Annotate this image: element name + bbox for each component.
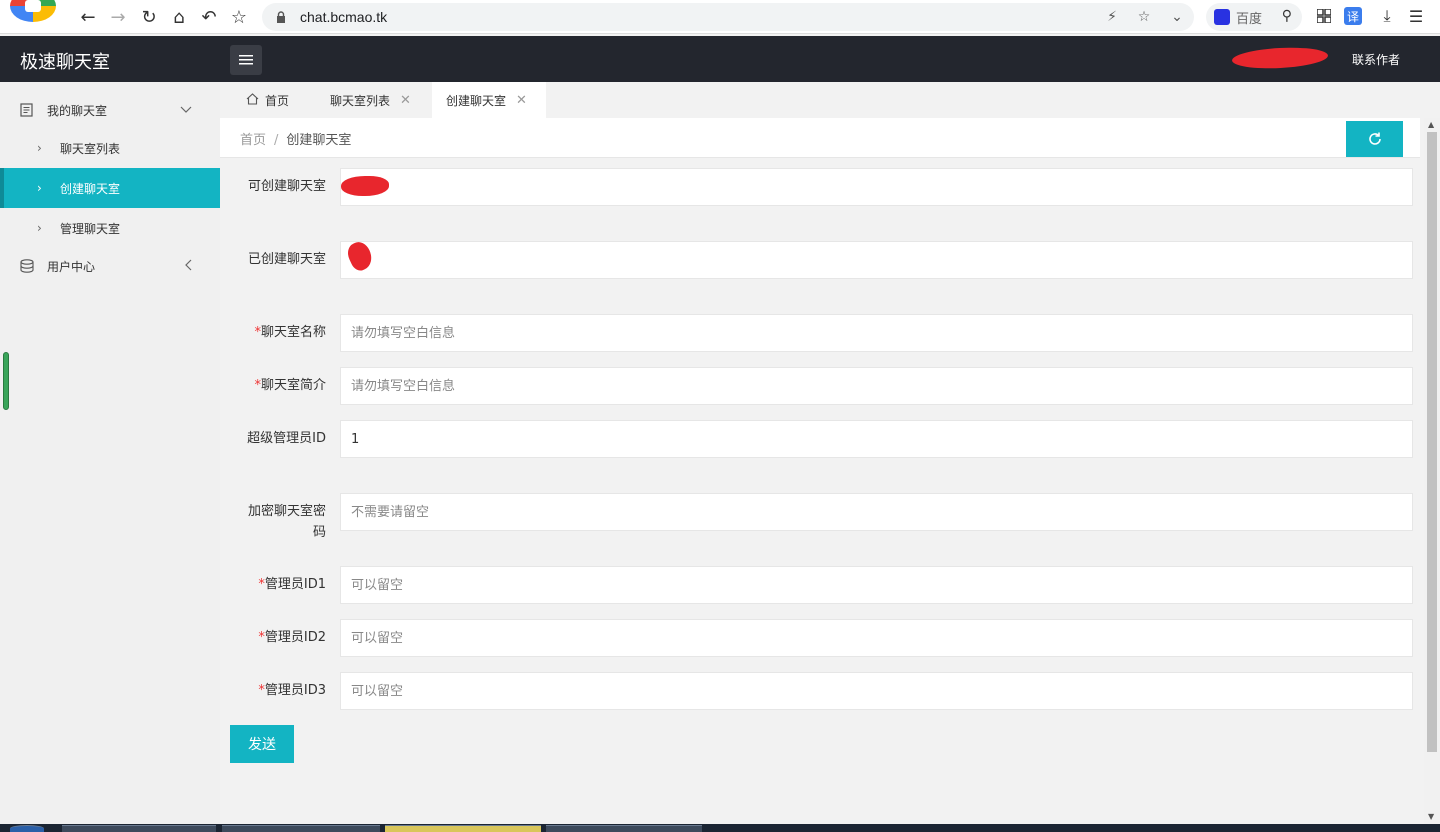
sidebar-group-my-chatrooms[interactable]: 我的聊天室 [0, 90, 220, 130]
refresh-icon [1368, 132, 1381, 145]
taskbar-item[interactable] [546, 825, 702, 832]
chatroom-name-label: *聊天室名称 [240, 322, 326, 343]
bookmark-icon[interactable]: ☆ [1134, 7, 1154, 27]
created-count-field [340, 241, 1413, 279]
tab-home[interactable]: 首页 [234, 82, 324, 118]
app-title: 极速聊天室 [20, 52, 110, 73]
taskbar-item[interactable] [222, 825, 380, 832]
admin2-input[interactable] [340, 619, 1413, 657]
baidu-icon [1214, 9, 1230, 25]
sidebar-item-create-chatroom[interactable]: › 创建聊天室 [0, 168, 220, 208]
taskbar-item[interactable] [62, 825, 216, 832]
document-icon [20, 103, 34, 117]
os-taskbar [0, 824, 1440, 832]
scroll-up-icon[interactable]: ▲ [1428, 120, 1434, 129]
breadcrumb: 首页 / 创建聊天室 [240, 129, 351, 148]
url-text: chat.bcmao.tk [300, 9, 388, 25]
label-text: 管理员ID1 [264, 577, 326, 592]
search-engine-label: 百度 [1236, 11, 1263, 27]
label-text: 管理员ID2 [264, 630, 326, 645]
sidebar-item-label: 聊天室列表 [60, 141, 121, 156]
can-create-field [340, 168, 1413, 206]
menu-toggle-button[interactable] [230, 45, 262, 75]
hamburger-icon [239, 55, 253, 65]
label-text: 管理员ID3 [264, 683, 326, 698]
undo-icon[interactable]: ↶ [197, 5, 221, 29]
search-engine-box[interactable]: 百度 ⚲ [1206, 3, 1302, 31]
super-admin-label: 超级管理员ID [247, 431, 326, 446]
admin3-input[interactable] [340, 672, 1413, 710]
home-icon [246, 92, 259, 108]
can-create-label: 可创建聊天室 [247, 179, 326, 194]
browser-logo-icon [10, 0, 56, 22]
created-count-label: 已创建聊天室 [247, 252, 326, 267]
close-icon[interactable]: ✕ [400, 93, 411, 108]
password-label: 加密聊天室密码 [247, 504, 326, 540]
apps-icon[interactable] [1314, 6, 1334, 26]
tab-create-chatroom[interactable]: 创建聊天室 ✕ [432, 82, 546, 118]
home-icon[interactable]: ⌂ [167, 5, 191, 29]
breadcrumb-home[interactable]: 首页 [240, 133, 266, 148]
sidebar-item-chatroom-list[interactable]: › 聊天室列表 [0, 128, 220, 168]
chevron-right-icon: › [37, 181, 42, 195]
sidebar-group-user-center[interactable]: 用户中心 [0, 246, 220, 286]
label-text: 聊天室名称 [260, 325, 326, 340]
breadcrumb-bar: 首页 / 创建聊天室 [220, 118, 1420, 158]
sidebar-group-label: 用户中心 [47, 259, 96, 274]
sidebar-scroll-handle[interactable] [3, 352, 9, 410]
tab-bar: 首页 聊天室列表 ✕ 创建聊天室 ✕ [220, 82, 1440, 118]
address-bar[interactable]: chat.bcmao.tk ⚡ ☆ ⌄ [262, 3, 1194, 31]
search-icon[interactable]: ⚲ [1282, 8, 1292, 24]
breadcrumb-separator: / [274, 133, 279, 148]
redacted-value [341, 176, 389, 196]
browser-toolbar: ← → ↻ ⌂ ↶ ☆ chat.bcmao.tk ⚡ ☆ ⌄ 百度 ⚲ 译 ⤓… [0, 0, 1440, 34]
label-text: 聊天室简介 [260, 378, 326, 393]
tab-label: 聊天室列表 [330, 93, 391, 108]
breadcrumb-current: 创建聊天室 [286, 133, 352, 148]
database-icon [20, 259, 34, 273]
back-icon[interactable]: ← [76, 5, 100, 29]
scroll-down-icon[interactable]: ▼ [1428, 812, 1434, 821]
app-header: 极速聊天室 联系作者 [0, 36, 1440, 82]
chevron-right-icon: › [37, 221, 42, 235]
close-icon[interactable]: ✕ [516, 93, 527, 108]
forward-icon[interactable]: → [106, 5, 130, 29]
tab-label: 创建聊天室 [446, 93, 507, 108]
menu-icon[interactable]: ☰ [1406, 6, 1426, 26]
star-icon[interactable]: ☆ [227, 5, 251, 29]
start-button[interactable] [10, 825, 44, 832]
sidebar-group-label: 我的聊天室 [47, 103, 108, 118]
submit-button[interactable]: 发送 [230, 725, 294, 763]
chevron-right-icon: › [37, 141, 42, 155]
chevron-down-icon[interactable]: ⌄ [1167, 7, 1187, 27]
reload-icon[interactable]: ↻ [137, 5, 161, 29]
chatroom-intro-label: *聊天室简介 [240, 375, 326, 396]
admin2-label: *管理员ID2 [240, 627, 326, 648]
scrollbar-thumb[interactable] [1427, 132, 1437, 752]
refresh-button[interactable] [1346, 121, 1403, 157]
page-scrollbar[interactable]: ▲ ▼ [1424, 118, 1440, 824]
sidebar-item-label: 管理聊天室 [60, 221, 121, 236]
lightning-icon[interactable]: ⚡ [1102, 7, 1122, 27]
admin1-label: *管理员ID1 [240, 574, 326, 595]
password-input[interactable] [340, 493, 1413, 531]
chevron-down-icon [180, 103, 192, 117]
translate-icon[interactable]: 译 [1344, 7, 1362, 25]
super-admin-input[interactable] [340, 420, 1413, 458]
sidebar: 我的聊天室 › 聊天室列表 › 创建聊天室 › 管理聊天室 用户中心 [0, 82, 220, 832]
redacted-username[interactable] [1231, 45, 1329, 71]
admin1-input[interactable] [340, 566, 1413, 604]
taskbar-item[interactable] [385, 825, 541, 832]
tab-label: 首页 [265, 93, 290, 108]
sidebar-item-manage-chatroom[interactable]: › 管理聊天室 [0, 208, 220, 248]
chatroom-name-input[interactable] [340, 314, 1413, 352]
tab-chatroom-list[interactable]: 聊天室列表 ✕ [324, 82, 432, 118]
chevron-left-icon [184, 259, 192, 274]
admin3-label: *管理员ID3 [240, 680, 326, 701]
chatroom-intro-input[interactable] [340, 367, 1413, 405]
contact-author-link[interactable]: 联系作者 [1352, 51, 1400, 68]
lock-icon [274, 10, 288, 24]
download-icon[interactable]: ⤓ [1377, 6, 1397, 26]
sidebar-item-label: 创建聊天室 [60, 181, 121, 196]
